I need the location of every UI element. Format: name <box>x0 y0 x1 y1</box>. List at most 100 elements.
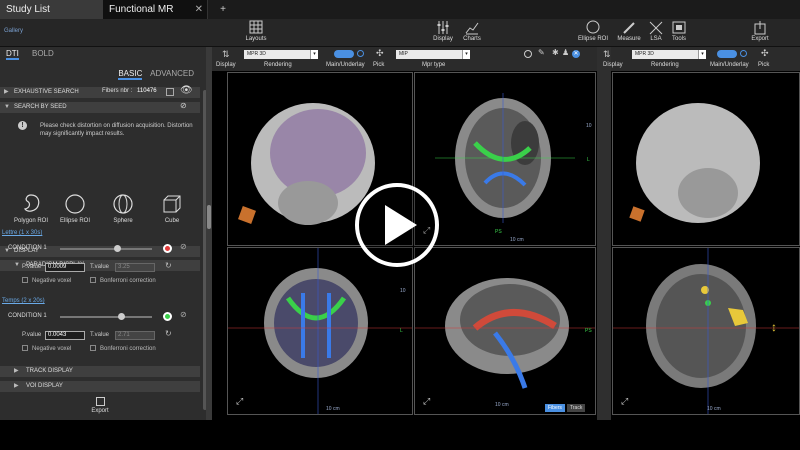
ellipse-roi-tool[interactable]: Ellipse ROI <box>50 193 100 224</box>
slider-knob[interactable] <box>114 245 122 252</box>
ruler-bottom-label: 10 cm <box>707 406 721 412</box>
threshold-slider[interactable] <box>60 313 152 320</box>
slider-knob[interactable] <box>117 313 125 320</box>
tab-advanced[interactable]: ADVANCED <box>150 69 194 78</box>
mpr-type-select[interactable]: MIP ▾ <box>396 50 470 59</box>
tab-bar: Study List Functional MR ✕ + <box>0 0 800 19</box>
reset-icon[interactable]: ↻ <box>165 261 172 270</box>
ellipse-roi-button[interactable]: Ellipse ROI <box>573 20 613 42</box>
polygon-roi-icon <box>23 194 40 212</box>
cube-icon <box>163 195 181 213</box>
expand-icon[interactable]: ⤢ <box>236 396 243 407</box>
axial-slice-image <box>435 93 575 223</box>
right-splitter[interactable] <box>597 47 611 420</box>
right-rendering-select[interactable]: MPR 3D ▾ <box>632 50 706 59</box>
pvalue-input[interactable]: 0.0043 <box>45 331 85 340</box>
eye-off-icon[interactable]: ⊘ <box>180 101 187 110</box>
reset-icon[interactable]: ↻ <box>165 329 172 338</box>
bonferroni-label: Bonferroni correction <box>100 278 156 284</box>
eye-off-icon[interactable]: ⊘ <box>180 242 187 251</box>
toggle-switch[interactable] <box>334 50 354 58</box>
rendering-select[interactable]: MPR 3D ▾ <box>244 50 318 59</box>
globe-icon[interactable] <box>524 50 532 58</box>
underlay-circle-icon[interactable] <box>357 50 364 57</box>
tab-functional-label: Functional MR <box>109 4 174 15</box>
pvalue-label: P.value <box>22 332 42 338</box>
mode-tabs: DTI BOLD <box>0 47 208 61</box>
expand-icon[interactable]: ⤢ <box>621 396 628 407</box>
negative-voxel-checkbox[interactable]: Negative voxel <box>22 277 71 284</box>
underlay-circle-icon[interactable] <box>740 50 747 57</box>
sphere-label: Sphere <box>113 218 133 224</box>
cube-button[interactable]: Cube <box>147 193 197 224</box>
close-circle-icon[interactable]: ✕ <box>572 50 580 58</box>
search-by-seed-section[interactable]: ▼ SEARCH BY SEED <box>0 102 200 113</box>
layouts-button[interactable]: Layouts <box>236 20 276 42</box>
voi-display-section[interactable]: ▶ VOI DISPLAY <box>0 381 200 392</box>
fibers-toggle-button[interactable]: Fibers <box>545 404 565 412</box>
pvalue-input[interactable]: 0.0009 <box>45 263 85 272</box>
track-display-section[interactable]: ▶ TRACK DISPLAY <box>0 366 200 377</box>
splitter-handle[interactable] <box>207 205 211 229</box>
bonferroni-label: Bonferroni correction <box>100 346 156 352</box>
pick-icon[interactable]: ✣ <box>761 48 769 59</box>
search-mode-tabs: BASIC ADVANCED <box>118 69 194 80</box>
tab-dti[interactable]: DTI <box>6 49 19 60</box>
threshold-slider[interactable] <box>60 245 152 252</box>
resize-arrows-icon[interactable]: ↕ <box>771 320 777 334</box>
pvalue-label: P.value <box>22 264 42 270</box>
tab-basic[interactable]: BASIC <box>118 69 143 80</box>
tab-study-list[interactable]: Study List <box>0 0 103 19</box>
sphere-icon <box>113 194 133 214</box>
left-panel: DTI BOLD BASIC ADVANCED ▶ EXHAUSTIVE SEA… <box>0 47 208 420</box>
sagittal-slice-image <box>415 278 595 389</box>
sphere-button[interactable]: Sphere <box>98 193 148 224</box>
panel-splitter[interactable] <box>206 47 212 420</box>
gallery-link[interactable]: Gallery <box>4 28 23 34</box>
right-viewer-controls: ⇅ Display MPR 3D ▾ Rendering Main/Underl… <box>603 47 800 71</box>
charts-button[interactable]: Charts <box>452 20 492 42</box>
pick-icon[interactable]: ✣ <box>376 48 384 59</box>
eye-icon[interactable]: 👁 <box>180 85 193 96</box>
add-tab-button[interactable]: + <box>208 0 238 19</box>
expand-icon[interactable]: ⤢ <box>423 396 430 407</box>
color-picker-button[interactable] <box>163 244 172 253</box>
bonferroni-checkbox[interactable]: Bonferroni correction <box>90 345 156 352</box>
tools-button[interactable]: Tools <box>659 20 699 42</box>
tvalue-label: T.value <box>90 332 110 338</box>
paradigm-group-temps[interactable]: Temps (2 x 20s) <box>2 298 45 304</box>
tvalue-input[interactable]: 3.25 <box>115 263 155 272</box>
settings-icon[interactable]: ✱ <box>552 48 559 57</box>
checkbox-box <box>22 345 28 351</box>
color-picker-button[interactable] <box>163 312 172 321</box>
track-toggle-button[interactable]: Track <box>567 404 586 412</box>
left-export-button[interactable]: Export <box>80 397 120 414</box>
ruler-bottom-label: 10 cm <box>510 237 524 243</box>
tab-bold[interactable]: BOLD <box>32 49 54 58</box>
mpr-type-value: MIP <box>399 51 408 57</box>
negative-voxel-checkbox[interactable]: Negative voxel <box>22 345 71 352</box>
brush-icon[interactable]: ✎ <box>538 48 545 57</box>
close-icon[interactable]: ✕ <box>195 0 203 19</box>
view-sagittal[interactable]: PS 10 cm Fibers Track ⤢ <box>414 247 596 415</box>
polygon-roi-button[interactable]: Polygon ROI <box>6 193 56 224</box>
export-icon <box>740 20 780 36</box>
export-small-icon[interactable] <box>166 88 174 96</box>
video-play-button[interactable] <box>355 183 439 267</box>
export-button[interactable]: Export <box>740 20 780 42</box>
pin-icon[interactable]: ♟ <box>562 48 569 57</box>
paradigm-group-lettre[interactable]: Lettre (1 x 30s) <box>2 230 42 236</box>
toggle-switch[interactable] <box>717 50 737 58</box>
view-axial[interactable]: 10 10 cm L PS ⤢ <box>414 72 596 246</box>
ellipse-icon <box>573 20 613 36</box>
view-functional-slice[interactable]: ↕ 10 cm ⤢ <box>612 247 800 415</box>
tools-icon <box>659 20 699 36</box>
tab-functional-mr[interactable]: Functional MR ✕ <box>103 0 208 19</box>
tvalue-input[interactable]: 2.71 <box>115 331 155 340</box>
fibers-label: Fibers nbr : <box>102 88 133 94</box>
view-3d-right[interactable] <box>612 72 800 246</box>
track-display-label: TRACK DISPLAY <box>26 368 73 374</box>
view-coronal[interactable]: 10 L 10 cm ⤢ <box>227 247 413 415</box>
eye-off-icon[interactable]: ⊘ <box>180 310 187 319</box>
bonferroni-checkbox[interactable]: Bonferroni correction <box>90 277 156 284</box>
